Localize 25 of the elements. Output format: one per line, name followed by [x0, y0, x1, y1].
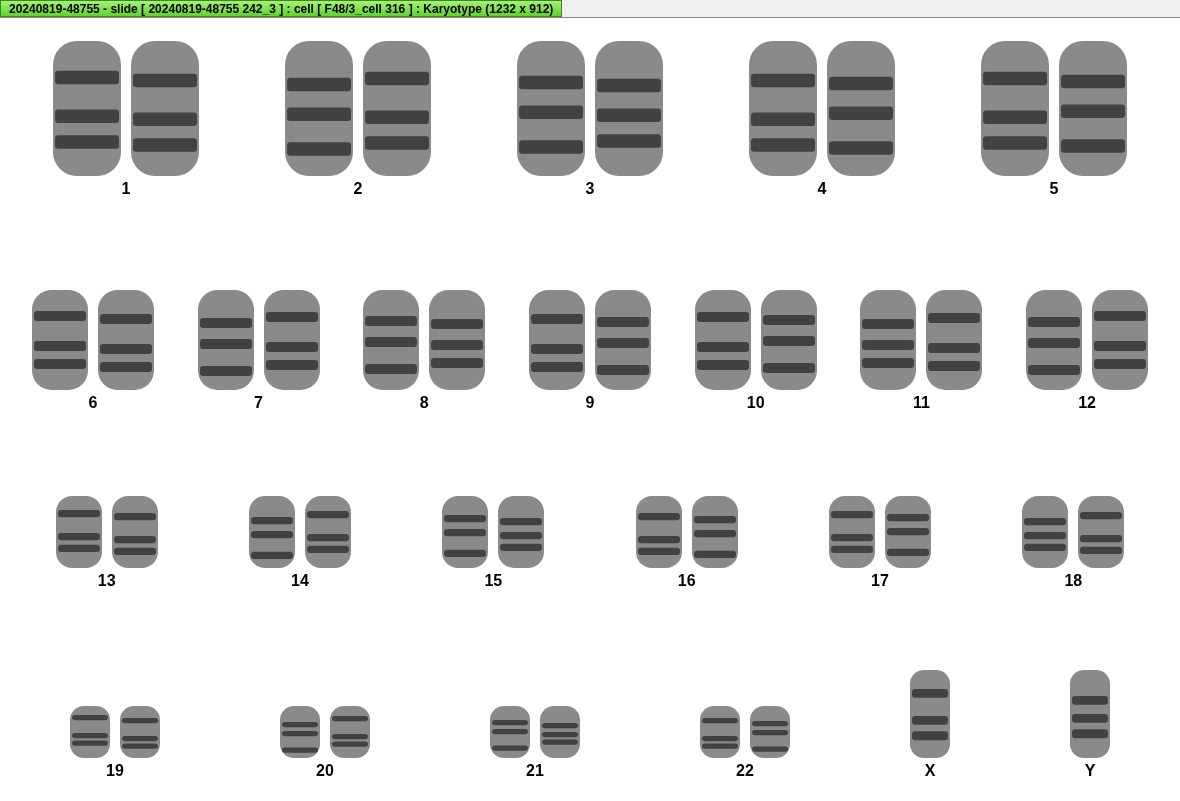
- chromosome-label: 7: [254, 394, 263, 412]
- chromosome-label: 11: [912, 394, 930, 412]
- chromosome-label: 21: [526, 762, 544, 780]
- chromosome-label: 13: [97, 572, 116, 590]
- chromosome-label: X: [924, 762, 936, 780]
- chromosome-label: 14: [291, 572, 309, 590]
- chromosome-label: 17: [871, 572, 889, 590]
- chromosome-label: 10: [746, 394, 765, 412]
- chromosome-label: 8: [419, 394, 429, 412]
- chromosome-label: 19: [106, 762, 124, 780]
- chromosome-label: 3: [585, 180, 595, 198]
- window-title: 20240819-48755 - slide [ 20240819-48755 242_3 ] : cell [ F48/3_cell 316 ] : Karyotype (1232 x 912): [0, 0, 563, 17]
- chromosome-label: 2: [353, 180, 363, 198]
- chromosome-label: 22: [736, 762, 754, 780]
- chromosome-label: 18: [1064, 572, 1083, 590]
- chromosome-label: 16: [677, 572, 696, 590]
- chromosome-label: 1: [121, 180, 131, 198]
- chromosome-label: 9: [585, 394, 595, 412]
- chromosome-label: 12: [1078, 394, 1096, 412]
- chromosome-label: 15: [484, 572, 503, 590]
- chromosome-label: 5: [1049, 180, 1059, 198]
- chromosome-label: 6: [88, 394, 98, 412]
- chromosome-label: Y: [1084, 762, 1096, 780]
- chromosome-label: 4: [817, 180, 827, 198]
- chromosome-label: 20: [316, 762, 334, 780]
